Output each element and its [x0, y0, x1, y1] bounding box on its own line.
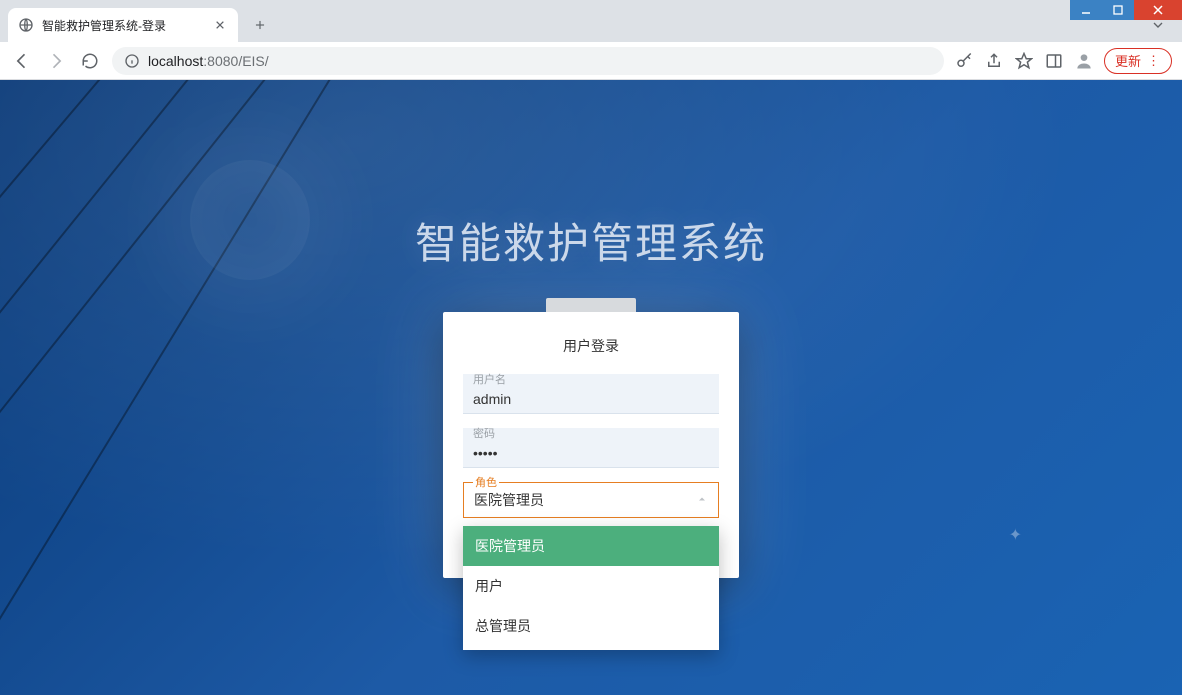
role-option[interactable]: 医院管理员: [463, 526, 719, 566]
kebab-menu-icon: ⋮: [1147, 53, 1161, 69]
side-panel-icon[interactable]: [1044, 51, 1064, 71]
browser-update-button[interactable]: 更新 ⋮: [1104, 48, 1172, 74]
reload-button[interactable]: [78, 49, 102, 73]
browser-toolbar: localhost:8080/EIS/ 更新 ⋮: [0, 42, 1182, 80]
page-content: ✦ 智能救护管理系统 用户登录 用户名 密码 角色 医院管理员: [0, 80, 1182, 695]
window-close-button[interactable]: [1134, 0, 1182, 20]
update-label: 更新: [1115, 51, 1141, 70]
role-selected-value: 医院管理员: [474, 490, 544, 510]
new-tab-button[interactable]: [246, 11, 274, 39]
share-icon[interactable]: [984, 51, 1004, 71]
window-controls: [1070, 0, 1182, 20]
forward-button[interactable]: [44, 49, 68, 73]
url-text: localhost:8080/EIS/: [148, 53, 269, 69]
decorative-sparkle: ✦: [1009, 525, 1022, 545]
system-title: 智能救护管理系统: [415, 210, 767, 271]
browser-tab[interactable]: 智能救护管理系统-登录: [8, 8, 238, 42]
globe-icon: [18, 17, 34, 33]
role-dropdown: 医院管理员 用户 总管理员: [463, 526, 719, 650]
window-maximize-button[interactable]: [1102, 0, 1134, 20]
tab-strip: 智能救护管理系统-登录: [0, 0, 1182, 42]
login-title: 用户登录: [463, 336, 719, 356]
username-label: 用户名: [473, 371, 506, 387]
password-key-icon[interactable]: [954, 51, 974, 71]
window-minimize-button[interactable]: [1070, 0, 1102, 20]
profile-avatar-icon[interactable]: [1074, 51, 1094, 71]
site-info-icon[interactable]: [124, 53, 140, 69]
caret-up-icon: [696, 492, 708, 508]
password-input[interactable]: [463, 428, 719, 468]
bookmark-star-icon[interactable]: [1014, 51, 1034, 71]
address-bar[interactable]: localhost:8080/EIS/: [112, 47, 944, 75]
role-label: 角色: [473, 474, 499, 490]
back-button[interactable]: [10, 49, 34, 73]
role-option[interactable]: 用户: [463, 566, 719, 606]
tab-close-button[interactable]: [212, 17, 228, 33]
role-field: 角色 医院管理员 医院管理员 用户 总管理员: [463, 482, 719, 518]
browser-window: 智能救护管理系统-登录 localhost:8080/EI: [0, 0, 1182, 695]
password-label: 密码: [473, 425, 495, 441]
role-select[interactable]: 医院管理员: [463, 482, 719, 518]
password-field: 密码: [463, 428, 719, 468]
role-option[interactable]: 总管理员: [463, 606, 719, 646]
tab-title: 智能救护管理系统-登录: [42, 17, 204, 34]
login-card: 用户登录 用户名 密码 角色 医院管理员 医院管理员: [443, 312, 739, 578]
decorative-halo: [190, 160, 310, 280]
username-field: 用户名: [463, 374, 719, 414]
